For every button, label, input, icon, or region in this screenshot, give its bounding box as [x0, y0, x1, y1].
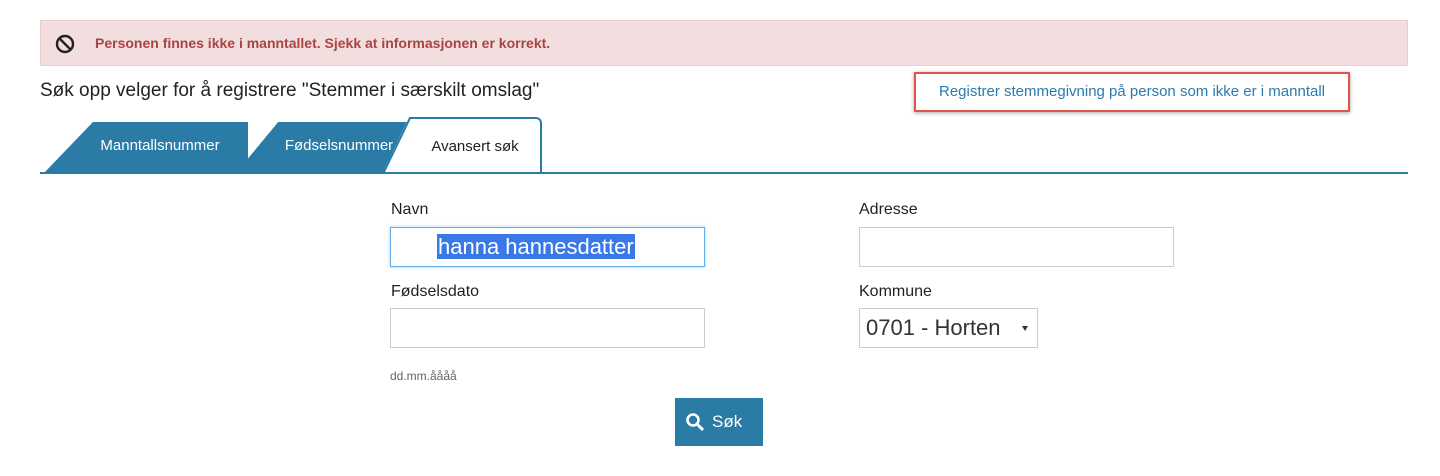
alert-message: Personen finnes ikke i manntallet. Sjekk… — [95, 35, 551, 51]
fodselsdato-input[interactable] — [390, 308, 705, 348]
prohibited-icon — [55, 34, 75, 54]
page-title: Søk opp velger for å registrere "Stemmer… — [40, 80, 540, 101]
dropdown-caret-icon — [1022, 326, 1028, 331]
adresse-input[interactable] — [859, 227, 1174, 267]
tab-manntallsnummer[interactable]: Manntallsnummer — [44, 122, 248, 173]
navn-value: hanna hannesdatter — [437, 234, 635, 259]
search-icon — [686, 413, 705, 432]
tabs-divider — [40, 172, 1408, 174]
kommune-selected-value: 0701 - Horten — [866, 315, 1001, 340]
kommune-select[interactable]: 0701 - Horten — [859, 308, 1038, 348]
kommune-label: Kommune — [859, 283, 932, 300]
date-format-hint: dd.mm.åååå — [390, 369, 457, 383]
error-alert: Personen finnes ikke i manntallet. Sjekk… — [40, 20, 1408, 66]
register-non-registered-person-link[interactable]: Registrer stemmegivning på person som ik… — [914, 72, 1350, 112]
search-button-label: Søk — [712, 412, 743, 431]
active-tab-edge — [382, 117, 411, 174]
navn-input[interactable]: hanna hannesdatter — [390, 227, 705, 267]
fodselsdato-label: Fødselsdato — [391, 283, 480, 300]
search-button[interactable]: Søk — [675, 398, 763, 446]
adresse-label: Adresse — [859, 201, 918, 218]
navn-label: Navn — [391, 201, 429, 218]
